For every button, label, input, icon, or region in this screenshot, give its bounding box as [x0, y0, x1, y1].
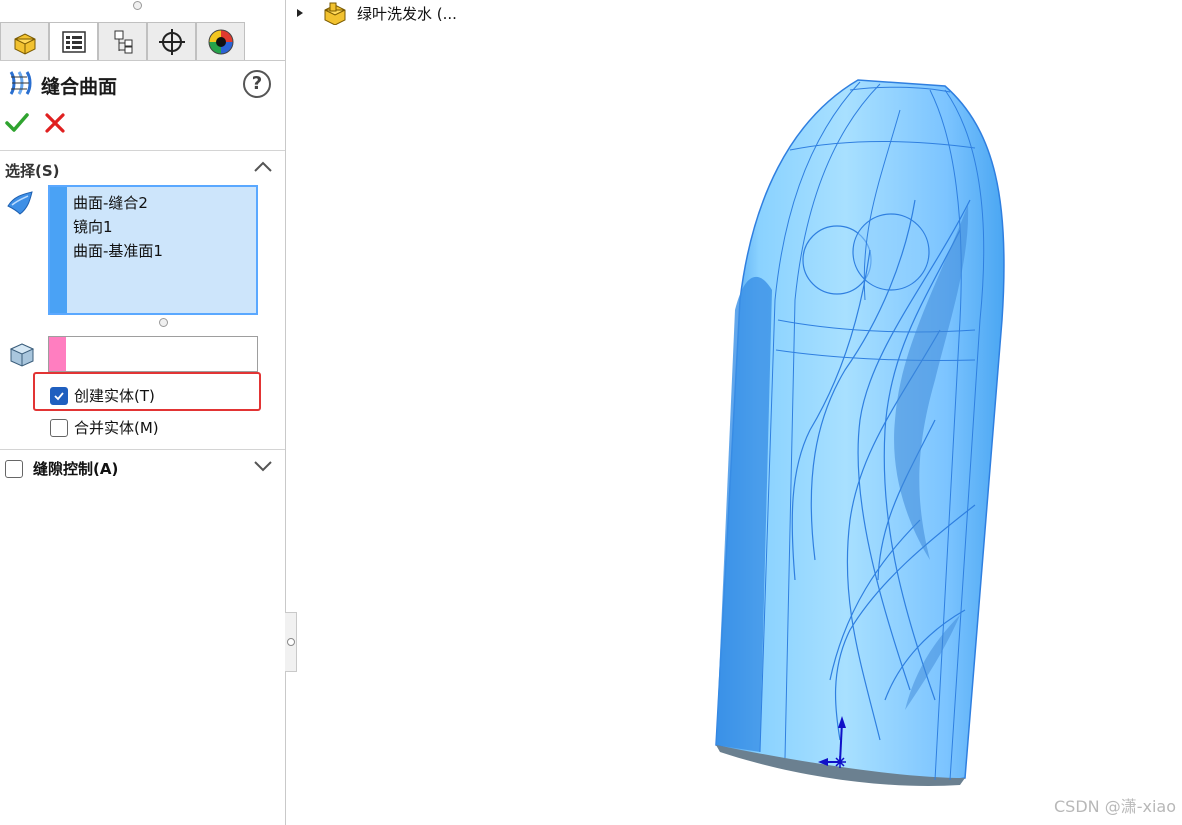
selection-color-bar: [50, 187, 67, 313]
gap-control-title: 缝隙控制(A): [33, 460, 119, 478]
gap-control-checkbox[interactable]: [5, 459, 23, 478]
selection-list: 曲面-缝合2 镜向1 曲面-基准面1: [73, 191, 163, 263]
divider: [0, 150, 285, 151]
merge-entities-checkbox[interactable]: [50, 418, 68, 437]
selection-section-title[interactable]: 选择(S): [5, 160, 60, 181]
model-viewport[interactable]: [700, 70, 1020, 800]
list-item[interactable]: 曲面-基准面1: [73, 239, 163, 263]
display-manager-icon: [208, 29, 233, 54]
property-manager-panel: 缝合曲面 ? 选择(S) 曲面-缝合2 镜向1 曲面-基准面1 创建实体(T) …: [0, 0, 286, 825]
bottle-model[interactable]: [715, 79, 1005, 786]
tab-property-manager[interactable]: [49, 22, 98, 60]
feature-tree-flyout[interactable]: 绿叶洗发水 (...: [295, 0, 457, 26]
tab-dimxpert-manager[interactable]: [147, 22, 196, 60]
selection-listbox[interactable]: 曲面-缝合2 镜向1 曲面-基准面1: [48, 185, 258, 315]
chevron-up-icon[interactable]: [253, 161, 273, 173]
tab-display-manager[interactable]: [196, 22, 245, 60]
merge-entities-option[interactable]: 合并实体(M): [50, 417, 159, 438]
list-item[interactable]: 镜向1: [73, 215, 163, 239]
grip-dot: [287, 638, 295, 646]
body-selection-box[interactable]: [48, 336, 258, 372]
highlight-annotation-box: [33, 372, 261, 411]
configuration-manager-icon: [114, 30, 132, 53]
panel-resize-handle[interactable]: [133, 1, 142, 10]
solid-body-icon: [9, 343, 35, 367]
chevron-down-icon[interactable]: [253, 460, 273, 472]
property-manager-icon: [61, 30, 86, 53]
divider: [0, 449, 285, 450]
listbox-resize-handle[interactable]: [159, 318, 168, 327]
ok-checkmark-icon[interactable]: [4, 110, 30, 136]
expand-arrow-icon[interactable]: [295, 8, 305, 18]
part-name: 绿叶洗发水 (...: [357, 4, 457, 23]
help-button[interactable]: ?: [243, 70, 271, 98]
knit-surface-icon: [9, 71, 32, 95]
list-item[interactable]: 曲面-缝合2: [73, 191, 163, 215]
gap-control-section[interactable]: 缝隙控制(A): [5, 458, 118, 479]
dimxpert-icon: [158, 28, 185, 55]
body-color-bar: [49, 337, 66, 371]
tab-feature-manager[interactable]: [0, 22, 49, 60]
panel-collapse-grip[interactable]: [285, 612, 297, 672]
manager-tabbar: [0, 22, 285, 61]
cancel-x-icon[interactable]: [44, 112, 66, 134]
tab-configuration-manager[interactable]: [98, 22, 147, 60]
merge-entities-label: 合并实体(M): [74, 419, 159, 437]
surface-selection-icon: [7, 191, 33, 215]
watermark: CSDN @潇-xiao: [1054, 797, 1176, 816]
part-icon: [324, 2, 346, 25]
page-title: 缝合曲面: [41, 76, 118, 98]
feature-manager-icon: [14, 32, 35, 55]
